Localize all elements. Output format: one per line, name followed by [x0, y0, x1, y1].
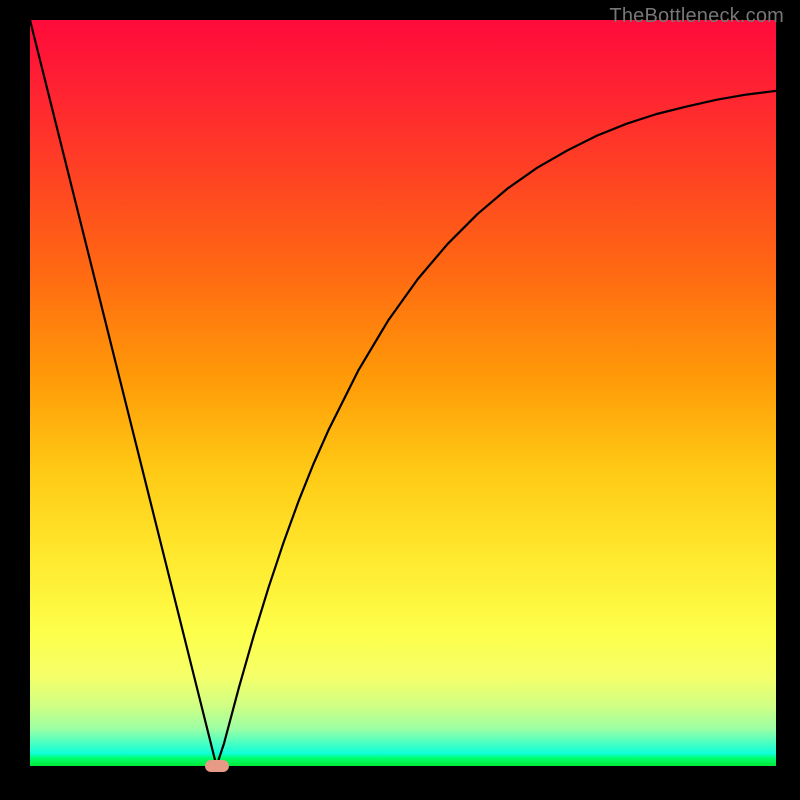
- optimum-marker: [205, 760, 229, 772]
- chart-frame: TheBottleneck.com: [0, 0, 800, 800]
- watermark-text: TheBottleneck.com: [609, 5, 784, 28]
- bottleneck-curve: [30, 20, 776, 766]
- plot-area: [30, 20, 776, 766]
- curve-svg: [30, 20, 776, 766]
